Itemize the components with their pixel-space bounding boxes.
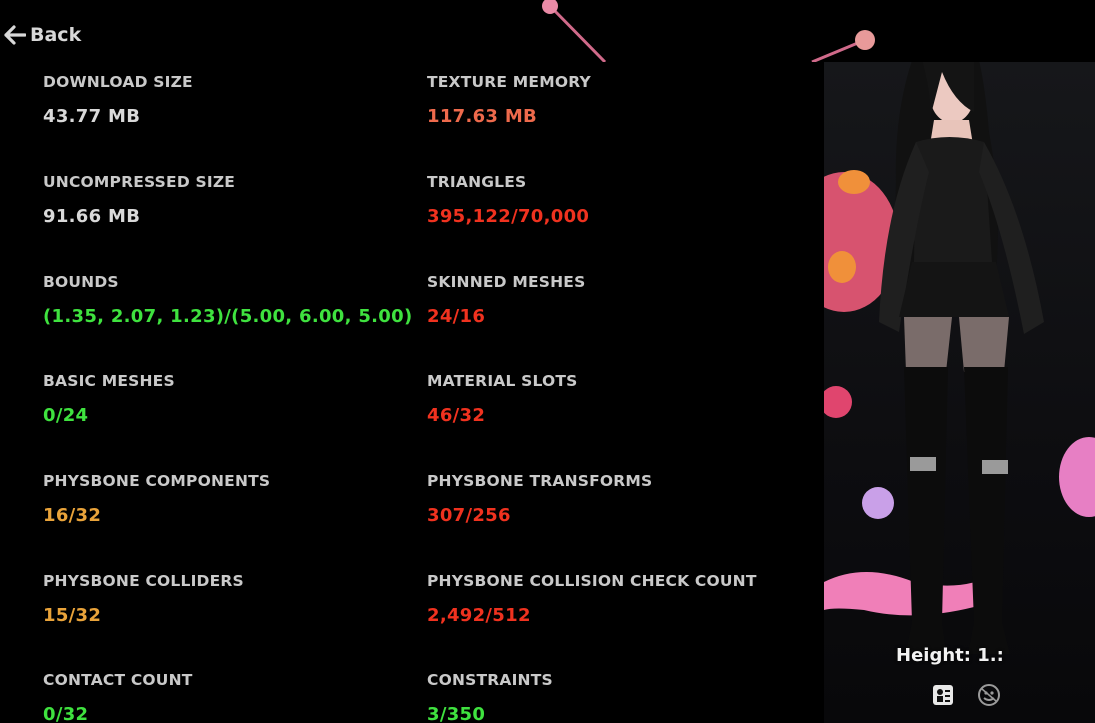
stat-value: 307/256 — [427, 505, 511, 526]
stat-triangles: TRIANGLES 395,122/70,000 — [427, 173, 807, 227]
back-arrow-icon — [4, 25, 26, 45]
top-bar: Back — [0, 0, 1095, 62]
stat-label: PHYSBONE COLLISION CHECK COUNT — [427, 572, 757, 590]
stat-value: 46/32 — [427, 405, 486, 426]
stat-basic-meshes: BASIC MESHES 0/24 — [43, 372, 423, 426]
stat-physbone-transforms: PHYSBONE TRANSFORMS 307/256 — [427, 472, 807, 526]
stat-value: 16/32 — [43, 505, 102, 526]
stat-bounds: BOUNDS (1.35, 2.07, 1.23)/(5.00, 6.00, 5… — [43, 273, 423, 327]
stat-value: (1.35, 2.07, 1.23)/(5.00, 6.00, 5.00) — [43, 306, 413, 327]
stat-value: 2,492/512 — [427, 605, 531, 626]
stat-label: SKINNED MESHES — [427, 273, 586, 291]
performance-stats-panel: DOWNLOAD SIZE 43.77 MB UNCOMPRESSED SIZE… — [0, 62, 824, 723]
stat-label: TEXTURE MEMORY — [427, 73, 591, 91]
stat-value: 395,122/70,000 — [427, 206, 590, 227]
stat-uncompressed-size: UNCOMPRESSED SIZE 91.66 MB — [43, 173, 423, 227]
stat-label: PHYSBONE COLLIDERS — [43, 572, 244, 590]
info-card-icon[interactable] — [931, 683, 955, 707]
stat-label: CONSTRAINTS — [427, 671, 553, 689]
stat-label: BOUNDS — [43, 273, 119, 291]
stat-label: PHYSBONE COMPONENTS — [43, 472, 271, 490]
stat-value: 0/24 — [43, 405, 89, 426]
stat-physbone-collision-check-count: PHYSBONE COLLISION CHECK COUNT 2,492/512 — [427, 572, 807, 626]
stat-label: BASIC MESHES — [43, 372, 175, 390]
stat-value: 3/350 — [427, 704, 486, 723]
stat-value: 24/16 — [427, 306, 486, 327]
stat-physbone-colliders: PHYSBONE COLLIDERS 15/32 — [43, 572, 423, 626]
stat-label: CONTACT COUNT — [43, 671, 193, 689]
stat-label: UNCOMPRESSED SIZE — [43, 173, 236, 191]
stat-download-size: DOWNLOAD SIZE 43.77 MB — [43, 73, 423, 127]
back-button[interactable]: Back — [4, 24, 81, 46]
stat-physbone-components: PHYSBONE COMPONENTS 16/32 — [43, 472, 423, 526]
avatar-face-icon[interactable] — [977, 683, 1001, 707]
stat-label: MATERIAL SLOTS — [427, 372, 578, 390]
stat-value: 0/32 — [43, 704, 89, 723]
stat-value: 43.77 MB — [43, 106, 141, 127]
stat-value: 15/32 — [43, 605, 102, 626]
decorative-pin-graphic — [542, 0, 875, 62]
back-button-label: Back — [30, 24, 82, 46]
stat-material-slots: MATERIAL SLOTS 46/32 — [427, 372, 807, 426]
avatar-preview-image — [824, 62, 1095, 654]
stat-skinned-meshes: SKINNED MESHES 24/16 — [427, 273, 807, 327]
stat-texture-memory: TEXTURE MEMORY 117.63 MB — [427, 73, 807, 127]
stat-label: PHYSBONE TRANSFORMS — [427, 472, 653, 490]
stat-label: TRIANGLES — [427, 173, 527, 191]
stat-contact-count: CONTACT COUNT 0/32 — [43, 671, 423, 723]
avatar-height-label: Height: 1.: — [896, 645, 1004, 666]
avatar-stats-screen: Back DOWNLOAD SIZE 43.77 MB UNCOMPRESSED… — [0, 0, 1095, 723]
avatar-preview[interactable] — [824, 62, 1095, 723]
stat-value: 117.63 MB — [427, 106, 538, 127]
stat-value: 91.66 MB — [43, 206, 141, 227]
stat-constraints: CONSTRAINTS 3/350 — [427, 671, 807, 723]
stat-label: DOWNLOAD SIZE — [43, 73, 193, 91]
